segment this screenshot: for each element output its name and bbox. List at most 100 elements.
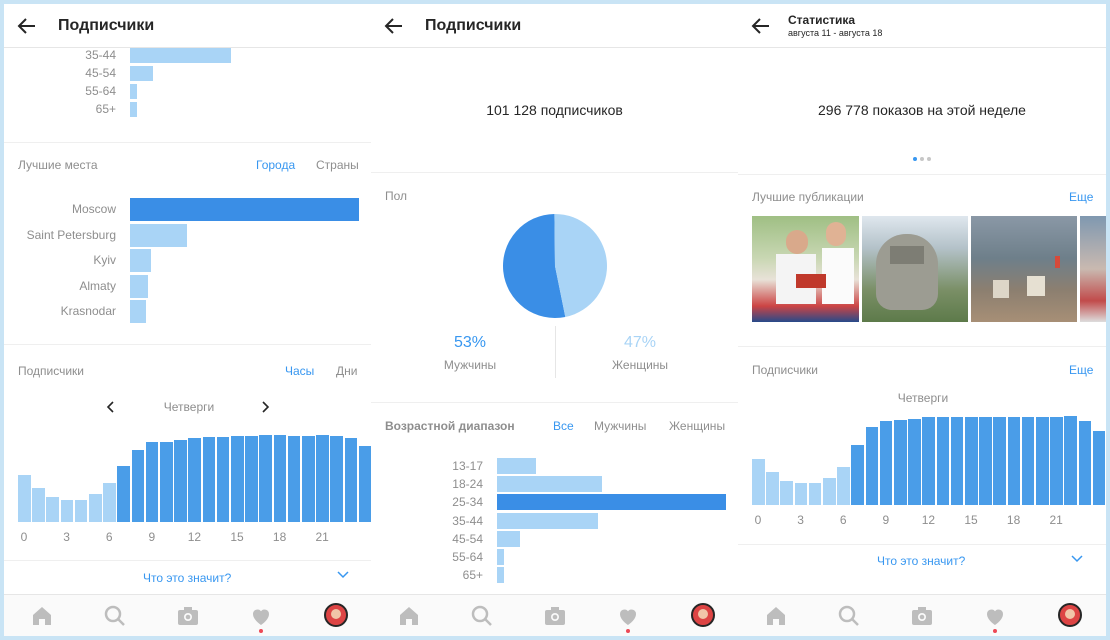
tab-cities[interactable]: Города [256,158,295,172]
home-icon[interactable] [30,604,54,628]
age-range-title: Возрастной диапазон [385,419,515,433]
hour-column [216,436,230,522]
hour-column [60,499,74,522]
hour-column [344,438,358,522]
chevron-right-icon[interactable] [261,400,271,414]
place-bar [130,223,188,247]
place-label: Kyiv [93,253,116,267]
top-bar: Подписчики [4,4,371,48]
tab-days[interactable]: Дни [336,364,357,378]
profile-avatar[interactable] [1058,603,1082,627]
chevron-down-icon[interactable] [336,570,350,580]
carousel-dot[interactable] [927,157,931,161]
carousel-dot[interactable] [920,157,924,161]
hour-column [103,482,116,522]
tab-men[interactable]: Мужчины [594,419,646,433]
camera-icon[interactable] [176,604,200,628]
age-label: 65+ [95,102,116,116]
post-thumbnail-4[interactable] [1080,216,1106,322]
hour-column [32,488,45,522]
hour-column [131,450,145,522]
age-label: 55-64 [85,84,116,98]
tab-all[interactable]: Все [553,419,574,433]
hour-column [1064,415,1078,505]
hour-column [965,417,978,505]
hour-column [794,483,808,505]
hour-column [922,417,936,505]
carousel-dot-active[interactable] [913,157,917,161]
female-percent: 47% [623,334,657,351]
followers-more-link[interactable]: Еще [1069,363,1093,377]
top-places-title: Лучшие места [18,158,98,172]
age-label: 45-54 [85,66,116,80]
hour-tick-label: 3 [797,513,804,527]
home-icon[interactable] [397,604,421,628]
profile-avatar[interactable] [324,603,348,627]
hour-column [202,436,216,522]
age-bar [130,84,137,99]
age-bar [497,458,536,474]
hour-column [302,435,315,522]
hour-tick-label: 18 [272,530,287,544]
post-thumbnail-1[interactable] [752,216,859,322]
hour-column [188,438,202,522]
hour-tick-label: 12 [187,530,202,544]
post-thumbnail-2[interactable] [862,216,968,322]
search-icon[interactable] [470,604,494,628]
camera-icon[interactable] [543,604,567,628]
age-bar [497,512,598,529]
female-label: Женщины [611,358,669,372]
home-icon[interactable] [764,604,788,628]
gender-divider [555,326,556,378]
hour-column [993,417,1007,505]
heart-icon[interactable] [249,604,273,628]
hour-column [1078,421,1092,505]
help-link[interactable]: Что это значит? [143,571,231,585]
page-title: Подписчики [425,17,522,34]
age-bar [497,494,726,511]
hour-tick-label: 18 [1006,513,1021,527]
date-range: августа 11 - августа 18 [788,28,883,38]
hour-tick-label: 6 [105,530,113,544]
hour-column [316,434,329,522]
age-label: 65+ [462,568,483,583]
pie-slice-female [554,214,607,317]
camera-icon[interactable] [910,604,934,628]
day-label: Четверги [897,391,949,405]
back-arrow-icon[interactable] [383,15,405,37]
hour-tick-label: 21 [1049,513,1063,527]
search-icon[interactable] [103,604,127,628]
hour-tick-label: 15 [230,530,244,544]
profile-avatar[interactable] [691,603,715,627]
hour-column [89,494,102,522]
tab-countries[interactable]: Страны [316,158,359,172]
age-bar [497,567,504,584]
hour-column [74,499,88,522]
chevron-left-icon[interactable] [105,400,115,414]
back-arrow-icon[interactable] [16,15,38,37]
hour-column [879,421,893,505]
post-thumbnail-3[interactable] [971,216,1077,322]
tab-women[interactable]: Женщины [669,419,725,433]
search-icon[interactable] [837,604,861,628]
hour-column [330,435,344,522]
hour-column [273,434,287,522]
panel-followers-left: Подписчики 35-44 45-54 55-64 65+ Лучшие мес… [4,4,371,636]
hour-column [823,477,836,505]
hour-column [1021,417,1035,505]
bottom-nav [738,594,1106,636]
hour-column [837,466,850,505]
age-label: 13-17 [452,459,483,473]
hour-column [174,440,187,522]
chevron-down-icon[interactable] [1070,554,1084,564]
tab-hours[interactable]: Часы [285,364,314,378]
back-arrow-icon[interactable] [750,15,772,37]
top-posts-more-link[interactable]: Еще [1069,190,1093,204]
hour-column [1007,417,1021,505]
help-link[interactable]: Что это значит? [877,554,965,568]
day-selector-label: Четверги [163,400,215,414]
hour-column [287,435,301,522]
heart-icon[interactable] [616,604,640,628]
heart-icon[interactable] [983,604,1007,628]
hour-column [358,445,371,522]
